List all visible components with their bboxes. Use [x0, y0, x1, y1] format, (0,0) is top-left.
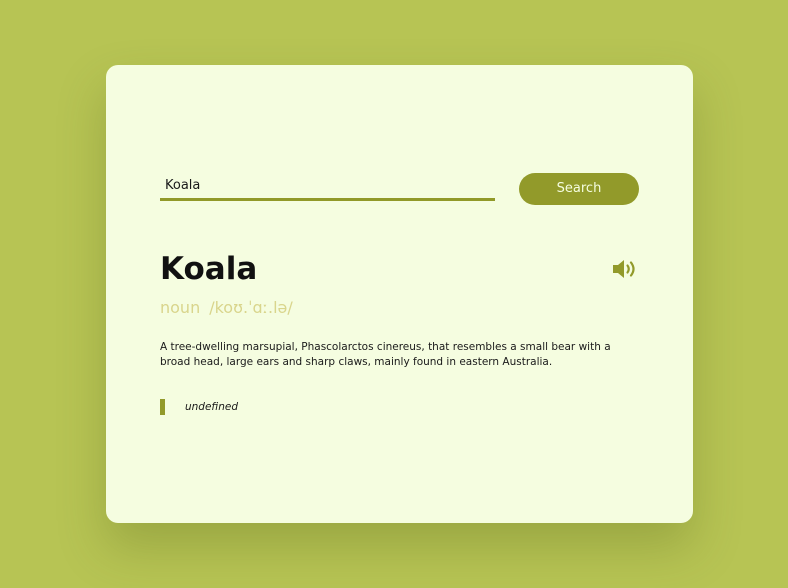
dictionary-card: Search Koala noun/koʊ.ˈɑː.lə/ A tree-dwe…: [106, 65, 693, 523]
definition-text: A tree-dwelling marsupial, Phascolarctos…: [160, 341, 611, 368]
speaker-icon-graphic: [613, 260, 635, 278]
example-text: undefined: [185, 401, 238, 413]
word-meta: noun/koʊ.ˈɑː.lə/: [160, 298, 293, 318]
speaker-icon[interactable]: [612, 258, 638, 280]
phonetic-text: /koʊ.ˈɑː.lə/: [209, 298, 293, 317]
search-bar: Search: [160, 173, 639, 205]
search-input[interactable]: [160, 173, 495, 201]
word-title: Koala: [160, 251, 258, 287]
example-block: undefined: [160, 399, 460, 415]
part-of-speech: noun: [160, 298, 201, 317]
example-quote-bar: [160, 399, 165, 415]
search-button[interactable]: Search: [519, 173, 639, 205]
